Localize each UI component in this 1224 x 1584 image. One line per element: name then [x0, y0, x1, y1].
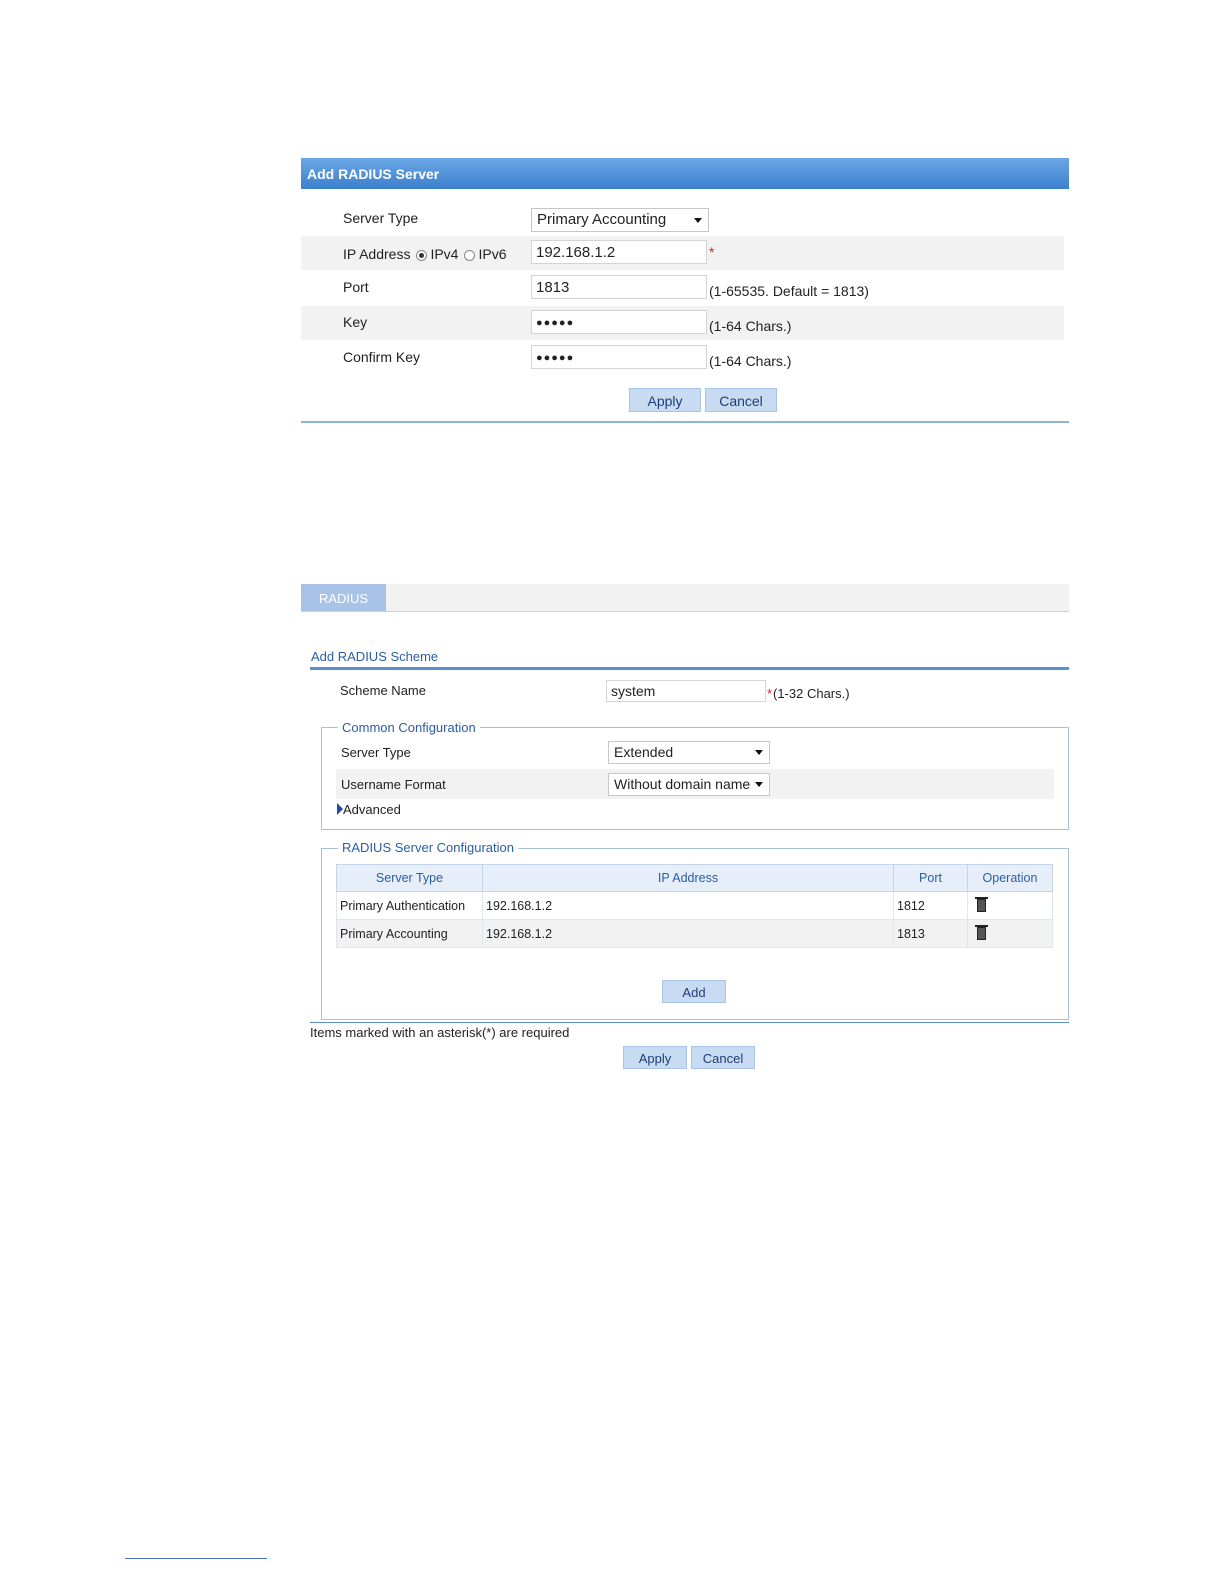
confirm-key-input[interactable]: ●●●●● [531, 345, 707, 369]
key-hint: (1-64 Chars.) [709, 318, 792, 334]
username-format-select[interactable]: Without domain name [608, 773, 770, 796]
username-format-value: Without domain name [614, 776, 751, 792]
scheme-name-input[interactable]: system [606, 680, 766, 702]
tab-bar: RADIUS [301, 584, 1069, 612]
username-format-label: Username Format [341, 777, 446, 792]
key-row: Key ●●●●● (1-64 Chars.) [301, 306, 1064, 340]
apply-button[interactable]: Apply [629, 388, 701, 412]
radius-server-configuration-legend: RADIUS Server Configuration [338, 840, 518, 855]
port-input[interactable]: 1813 [531, 275, 707, 299]
ipv6-label: IPv6 [478, 246, 507, 262]
dialog-title: Add RADIUS Server [301, 158, 1069, 189]
cancel-button[interactable]: Cancel [705, 388, 777, 412]
table-row: Primary Authentication 192.168.1.2 1812 [336, 891, 1053, 920]
cell-server-type: Primary Accounting [336, 919, 483, 948]
table-header-row: Server Type IP Address Port Operation [336, 864, 1053, 892]
ip-address-input[interactable]: 192.168.1.2 [531, 240, 707, 264]
confirm-key-hint: (1-64 Chars.) [709, 353, 792, 369]
port-label: Port [343, 279, 369, 295]
column-header-server-type: Server Type [336, 864, 483, 892]
server-table: Server Type IP Address Port Operation Pr… [336, 864, 1053, 948]
server-type-label: Server Type [343, 210, 419, 226]
chevron-down-icon [755, 782, 763, 787]
ipv6-radio[interactable] [464, 250, 476, 261]
add-radius-server-dialog: Add RADIUS Server Server Type Primary Ac… [301, 158, 1069, 423]
common-server-type-label: Server Type [341, 745, 411, 760]
port-row: Port 1813 (1-65535. Default = 1813) [301, 271, 1064, 305]
required-note: Items marked with an asterisk(*) are req… [310, 1025, 570, 1040]
common-server-type-value: Extended [614, 744, 674, 760]
common-configuration-legend: Common Configuration [338, 720, 480, 735]
section-title: Add RADIUS Scheme [311, 649, 439, 664]
cell-port: 1812 [893, 891, 968, 920]
column-header-operation: Operation [967, 864, 1053, 892]
ip-address-row: IP Address IPv4 IPv6 192.168.1.2 * [301, 236, 1064, 270]
add-server-button[interactable]: Add [662, 980, 726, 1003]
advanced-toggle[interactable]: Advanced [337, 802, 401, 817]
ip-address-label-group: IP Address IPv4 IPv6 [343, 246, 506, 262]
required-asterisk: * [709, 244, 715, 260]
form-divider [310, 1022, 1069, 1023]
cell-port: 1813 [893, 919, 968, 948]
ip-address-label: IP Address [343, 246, 411, 262]
port-hint: (1-65535. Default = 1813) [709, 283, 869, 299]
required-asterisk: * [767, 686, 773, 701]
key-label: Key [343, 314, 368, 330]
scheme-name-label: Scheme Name [340, 683, 426, 698]
column-header-port: Port [893, 864, 968, 892]
column-header-ip-address: IP Address [482, 864, 894, 892]
section-divider [310, 667, 1069, 670]
chevron-down-icon [694, 218, 702, 223]
server-type-row: Server Type Primary Accounting [301, 202, 1064, 236]
trash-icon[interactable] [975, 924, 988, 940]
key-input[interactable]: ●●●●● [531, 310, 707, 334]
page-apply-button[interactable]: Apply [623, 1046, 687, 1069]
advanced-label: Advanced [343, 802, 401, 817]
ipv4-radio[interactable] [416, 250, 428, 261]
cell-operation [967, 891, 1053, 920]
cell-server-type: Primary Authentication [336, 891, 483, 920]
server-type-value: Primary Accounting [537, 211, 667, 228]
triangle-right-icon [337, 803, 343, 815]
page-cancel-button[interactable]: Cancel [691, 1046, 755, 1069]
cell-ip-address: 192.168.1.2 [482, 919, 894, 948]
server-type-select[interactable]: Primary Accounting [531, 208, 709, 232]
ipv4-label: IPv4 [430, 246, 459, 262]
table-row: Primary Accounting 192.168.1.2 1813 [336, 919, 1053, 948]
chevron-down-icon [755, 750, 763, 755]
cell-ip-address: 192.168.1.2 [482, 891, 894, 920]
trash-icon[interactable] [975, 896, 988, 912]
scheme-name-hint: (1-32 Chars.) [773, 686, 850, 701]
confirm-key-row: Confirm Key ●●●●● (1-64 Chars.) [301, 341, 1064, 375]
footnote-rule [125, 1558, 267, 1559]
cell-operation [967, 919, 1053, 948]
tab-radius[interactable]: RADIUS [301, 584, 386, 611]
common-server-type-select[interactable]: Extended [608, 741, 770, 764]
confirm-key-label: Confirm Key [343, 349, 421, 365]
